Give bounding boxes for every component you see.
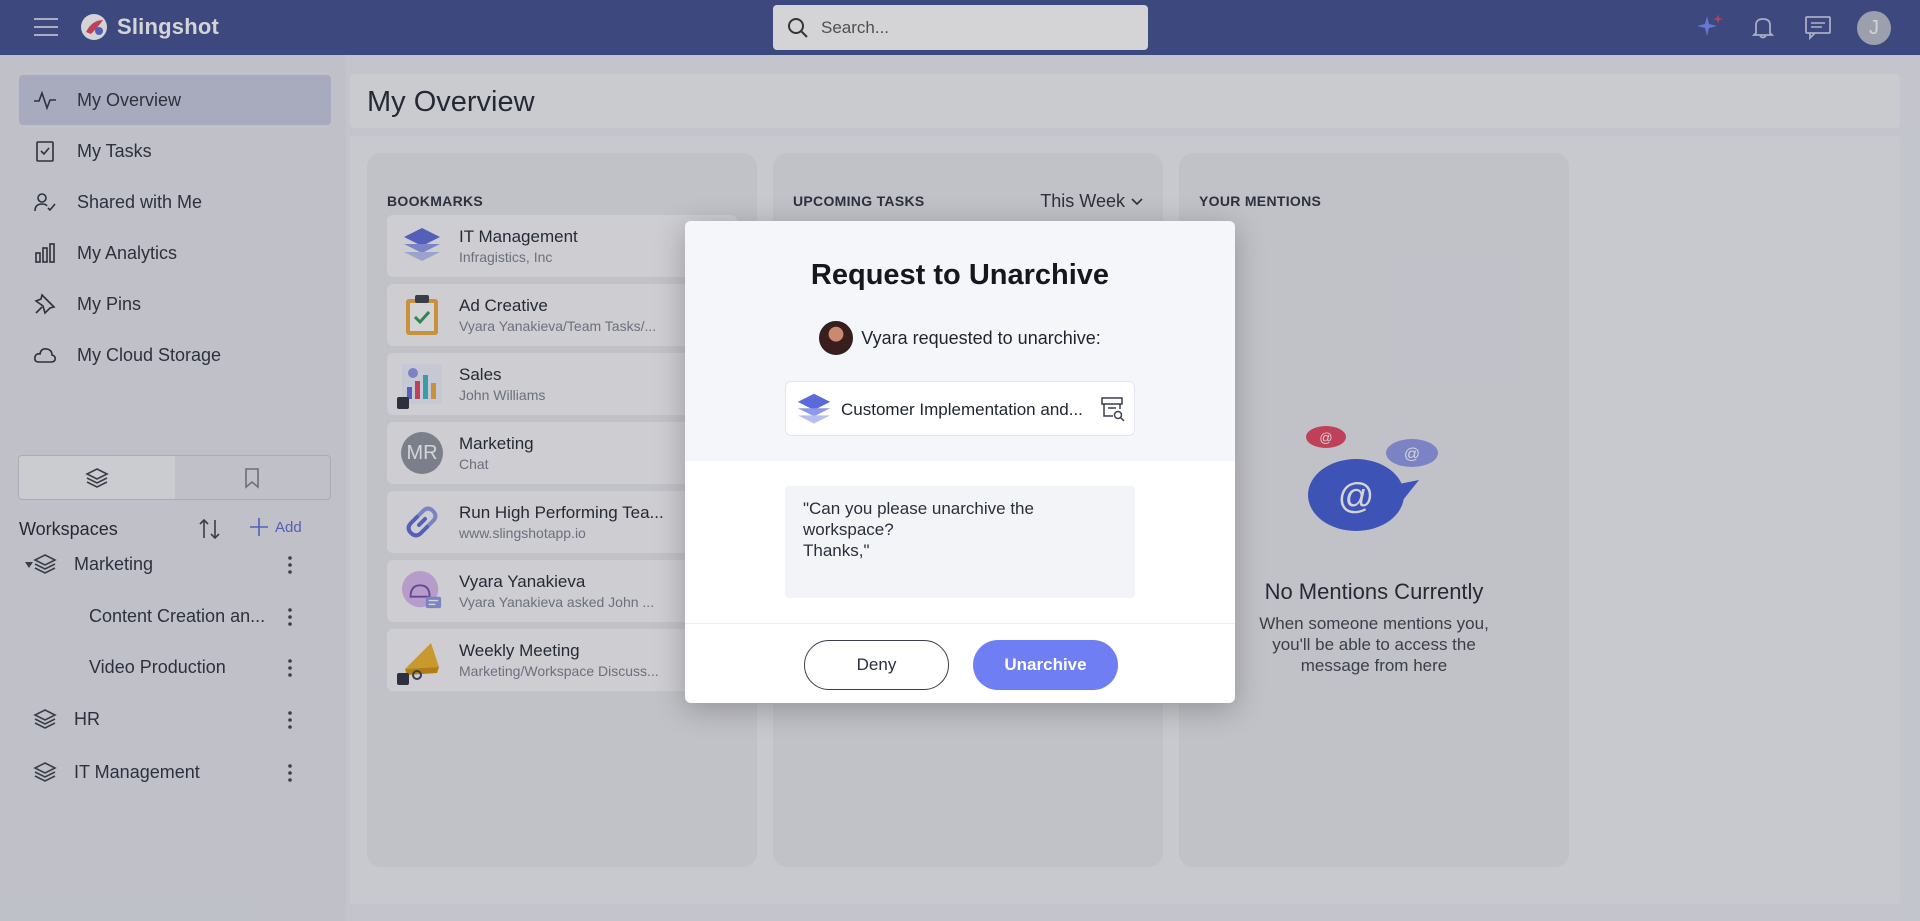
unarchive-button[interactable]: Unarchive bbox=[973, 640, 1118, 690]
archive-search-icon[interactable] bbox=[1101, 396, 1125, 422]
avatar bbox=[819, 321, 854, 355]
requester-row: Vyara requested to unarchive: bbox=[685, 321, 1235, 355]
workspace-reference-card[interactable]: Customer Implementation and... bbox=[785, 381, 1135, 436]
workspace-layers-icon bbox=[797, 393, 831, 424]
dialog-title: Request to Unarchive bbox=[810, 259, 1110, 291]
workspace-reference-label: Customer Implementation and... bbox=[841, 400, 1083, 419]
dialog-footer: Deny Unarchive bbox=[685, 623, 1235, 703]
requester-text: Vyara requested to unarchive: bbox=[861, 327, 1101, 348]
request-message: "Can you please unarchive the workspace?… bbox=[785, 486, 1135, 598]
unarchive-request-dialog: Request to Unarchive Vyara requested to … bbox=[685, 221, 1235, 703]
deny-button[interactable]: Deny bbox=[804, 640, 949, 690]
